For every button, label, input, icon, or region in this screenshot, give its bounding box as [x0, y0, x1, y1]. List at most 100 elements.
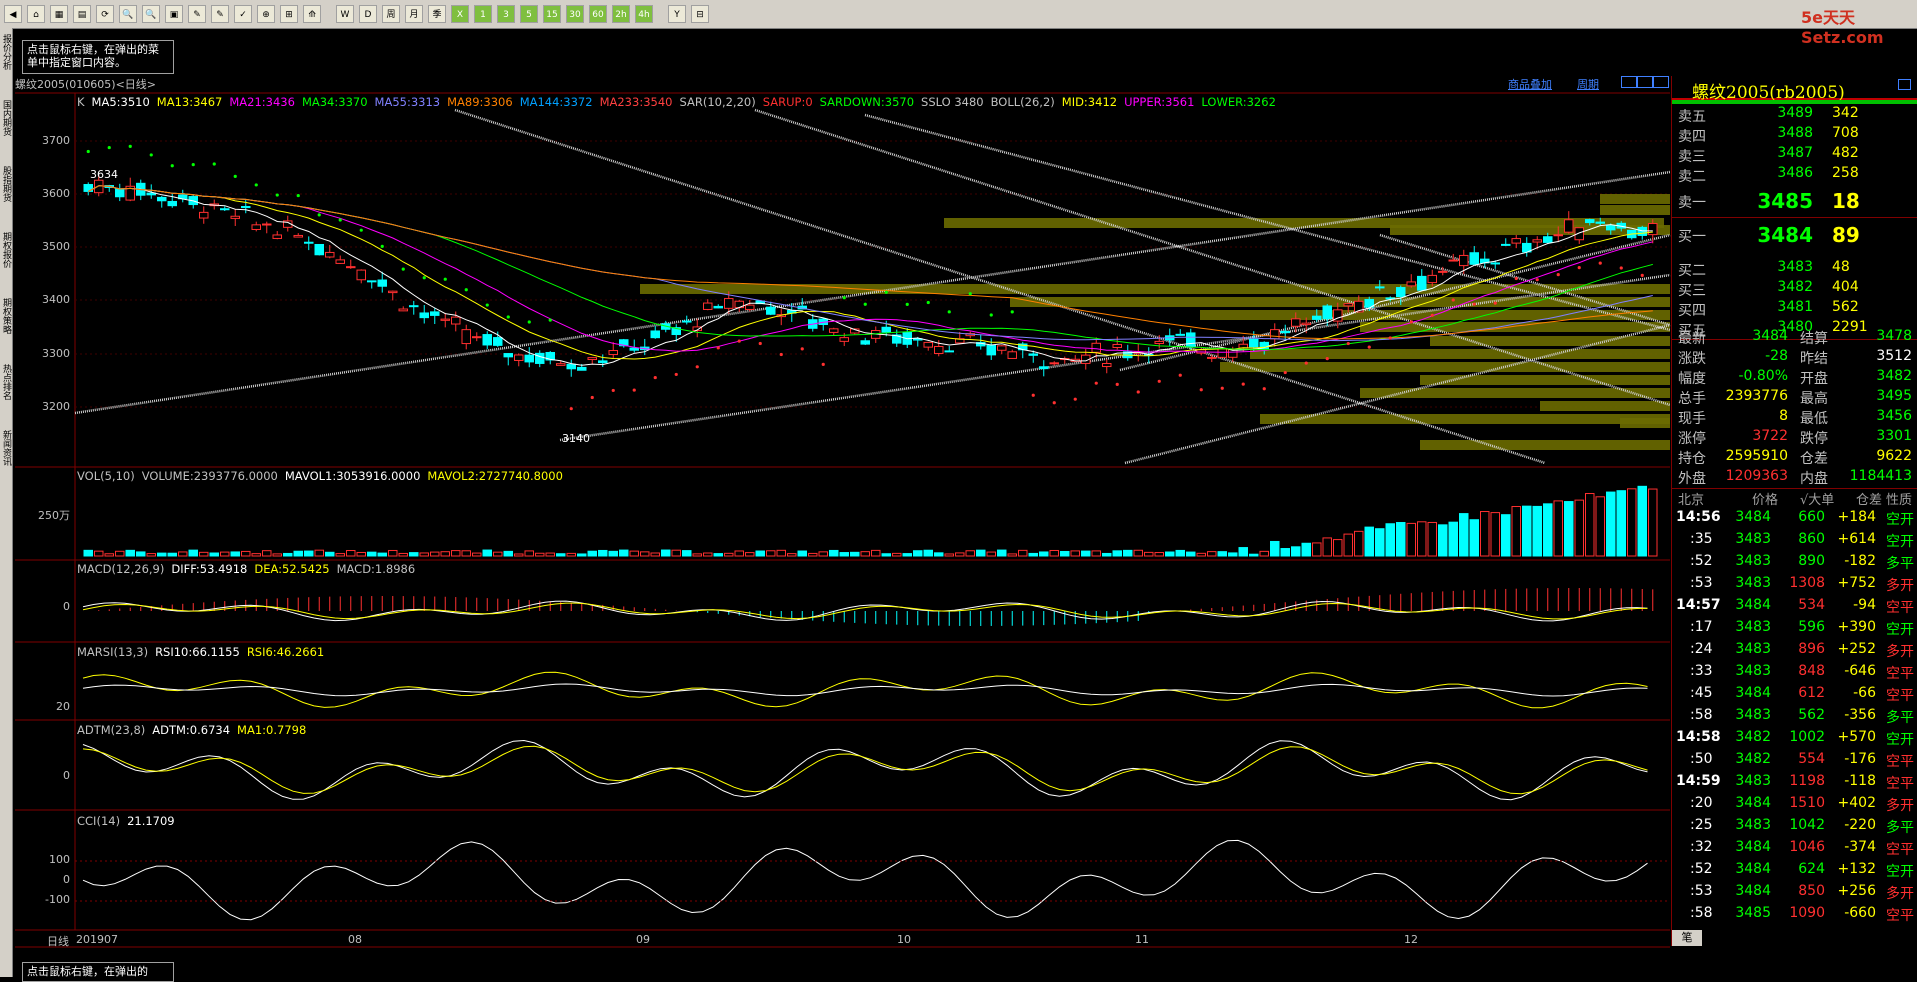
volume-bar [650, 552, 660, 557]
volume-bar [1196, 552, 1206, 557]
trade-volume: 660 [1798, 509, 1825, 525]
trade-col-header: 性质 [1886, 493, 1913, 508]
tick-tab[interactable]: 笔 [1672, 930, 1702, 946]
volume-bar [1532, 505, 1542, 557]
volume-bar [1123, 549, 1133, 557]
main-labels-item: SARDOWN:3570 [819, 95, 915, 109]
candle-body [682, 320, 692, 323]
cci-labels-item: 21.1709 [127, 814, 175, 828]
sar-dot [86, 149, 90, 154]
kline-chart[interactable] [0, 0, 1917, 977]
volume-bar [955, 552, 965, 557]
trade-price: 3483 [1735, 531, 1771, 547]
volume-bar [724, 552, 734, 557]
candle-body [367, 280, 377, 283]
candle-body [1028, 353, 1038, 356]
candle-body [514, 354, 524, 361]
trade-row: :53 3483 1308 +752 多开 [1672, 575, 1917, 597]
sar-dot [464, 288, 468, 292]
candle-body [1375, 286, 1385, 289]
candle-body [1490, 262, 1500, 265]
trade-oi-change: -182 [1844, 553, 1876, 569]
volume-bar [1595, 496, 1605, 557]
trade-row: :52 3483 890 -182 多平 [1672, 553, 1917, 575]
sar-dot [1514, 276, 1518, 281]
adtm-ma-line [82, 745, 1648, 795]
cci-indicator-legend: CCI(14) 21.1709 [77, 814, 182, 828]
candle-body [1186, 332, 1196, 348]
volume-bar [1070, 550, 1080, 557]
trade-time: :20 [1690, 795, 1713, 811]
trade-volume: 1510 [1789, 795, 1825, 811]
volume-bar [871, 549, 881, 557]
trade-oi-change: +390 [1837, 619, 1876, 635]
volume-profile-bar [1540, 401, 1670, 411]
candle-body [314, 243, 324, 256]
candle-body [1270, 329, 1280, 340]
candle-body [388, 290, 398, 294]
trade-col-header: 仓差 [1856, 493, 1883, 508]
volume-bar [461, 550, 471, 557]
volume-bar [1102, 552, 1112, 557]
volume-bar [293, 550, 303, 557]
volume-bar [913, 550, 923, 557]
stat-label: 最低 [1800, 411, 1828, 427]
trade-nature: 空开 [1886, 732, 1914, 748]
adtm-labels-item: ADTM:0.6734 [152, 723, 231, 737]
trade-nature: 空开 [1886, 534, 1914, 550]
candle-body [724, 298, 734, 309]
marsi-labels-item: RSI10:66.1155 [155, 645, 240, 659]
ob-volume: 18 [1832, 189, 1860, 213]
trade-row: :58 3485 1090 -660 空平 [1672, 905, 1917, 927]
price-tick: 3200 [42, 400, 70, 413]
trade-volume: 896 [1798, 641, 1825, 657]
trade-time: 14:59 [1676, 773, 1721, 789]
price-tick: 3400 [42, 293, 70, 306]
sar-dot [422, 276, 426, 280]
candle-body [146, 192, 156, 196]
trade-nature: 空开 [1886, 864, 1914, 880]
sar-dot [170, 164, 174, 168]
trade-row: :58 3483 562 -356 多平 [1672, 707, 1917, 729]
candle-body [356, 269, 366, 281]
ob-price: 3481 [1777, 299, 1813, 315]
volume-bar [388, 549, 398, 557]
stat-value: 1209363 [1725, 468, 1788, 484]
candle-body [1564, 219, 1574, 233]
trade-volume: 1042 [1789, 817, 1825, 833]
trade-time: :45 [1690, 685, 1713, 701]
volume-bar [1543, 503, 1553, 557]
volume-bar [1364, 526, 1374, 557]
volume-bar [577, 553, 587, 557]
high-marker: 3634 [90, 168, 118, 181]
volume-bar [965, 550, 975, 557]
candle-body [1249, 338, 1259, 348]
ob-price: 3483 [1777, 259, 1813, 275]
stat-value: -0.80% [1738, 368, 1788, 384]
main-labels-item: BOLL(26,2) [990, 95, 1055, 109]
volume-bar [524, 550, 534, 557]
candle-body [1417, 275, 1427, 291]
volume-bar [1333, 539, 1343, 557]
sar-dot [1199, 388, 1203, 392]
stat-label: 仓差 [1800, 451, 1828, 467]
main-indicator-legend: K MA5:3510 MA13:3467 MA21:3436 MA34:3370 MA55… [77, 95, 1283, 109]
candle-body [199, 211, 209, 219]
candle-body [535, 352, 545, 364]
volume-profile-bar [1600, 194, 1670, 204]
volume-bar [923, 549, 933, 557]
volume-bar [598, 549, 608, 557]
volume-bar [829, 549, 839, 557]
candle-body [1301, 322, 1311, 326]
candle-body [493, 337, 503, 346]
candle-body [451, 316, 461, 325]
adtm-axis-label: 0 [63, 769, 70, 782]
restore-icon[interactable] [1898, 79, 1911, 90]
volume-bar [115, 550, 125, 557]
volume-bar [1049, 549, 1059, 557]
volume-bar [934, 552, 944, 557]
candle-body [1438, 270, 1448, 273]
date-tick: 08 [348, 933, 362, 946]
main-labels-item: MA55:3313 [374, 95, 441, 109]
candle-body [1469, 252, 1479, 265]
